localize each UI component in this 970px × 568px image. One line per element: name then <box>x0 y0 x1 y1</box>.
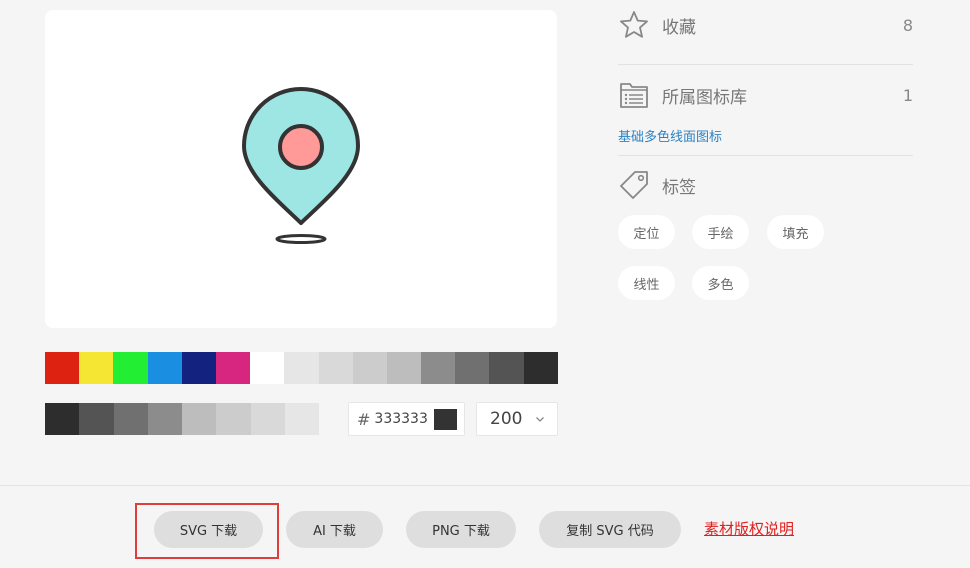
hex-color-input[interactable]: # 333333 <box>348 402 465 436</box>
tag-pill[interactable]: 填充 <box>767 215 824 249</box>
png-download-button[interactable]: PNG 下载 <box>406 511 516 548</box>
icon-preview <box>45 10 557 328</box>
color-palette-row-1 <box>45 352 558 384</box>
color-swatch[interactable] <box>79 352 114 384</box>
color-swatch[interactable] <box>181 352 216 384</box>
color-swatch[interactable] <box>455 352 490 384</box>
hex-value[interactable]: 333333 <box>374 411 427 427</box>
size-value: 200 <box>490 409 523 429</box>
color-swatch[interactable] <box>352 352 387 384</box>
color-swatch[interactable] <box>421 352 456 384</box>
color-swatch[interactable] <box>250 403 285 435</box>
color-swatch[interactable] <box>147 352 182 384</box>
color-swatch[interactable] <box>182 403 217 435</box>
copy-svg-code-button[interactable]: 复制 SVG 代码 <box>539 511 681 548</box>
chevron-down-icon <box>536 417 544 422</box>
favorites-row[interactable]: 收藏 8 <box>618 8 913 42</box>
color-swatch[interactable] <box>284 352 319 384</box>
tag-pill[interactable]: 手绘 <box>692 215 749 249</box>
tag-icon <box>620 171 648 199</box>
color-swatch[interactable] <box>216 403 251 435</box>
size-select[interactable]: 200 <box>476 402 558 436</box>
color-swatch[interactable] <box>284 403 319 435</box>
hash-symbol: # <box>357 409 371 429</box>
tags-header: 标签 <box>618 168 913 202</box>
copyright-link[interactable]: 素材版权说明 <box>704 518 794 539</box>
current-color-chip[interactable] <box>434 408 458 430</box>
color-swatch[interactable] <box>523 352 558 384</box>
color-swatch[interactable] <box>489 352 524 384</box>
divider <box>618 64 913 65</box>
color-swatch[interactable] <box>147 403 182 435</box>
tags-title: 标签 <box>662 177 696 198</box>
color-swatch[interactable] <box>79 403 114 435</box>
favorites-count: 8 <box>902 15 913 35</box>
library-row: 所属图标库 1 <box>618 78 913 112</box>
color-swatch[interactable] <box>113 403 148 435</box>
divider <box>618 155 913 156</box>
ai-download-button[interactable]: AI 下载 <box>286 511 383 548</box>
folder-list-icon <box>620 83 648 108</box>
color-swatch[interactable] <box>45 403 80 435</box>
color-swatch[interactable] <box>318 352 353 384</box>
svg-download-button[interactable]: SVG 下载 <box>154 511 263 548</box>
color-swatch[interactable] <box>386 352 422 384</box>
color-swatch[interactable] <box>113 352 148 384</box>
library-label: 所属图标库 <box>662 87 747 108</box>
color-palette-row-2 <box>45 403 319 435</box>
library-count: 1 <box>902 85 913 105</box>
library-link[interactable]: 基础多色线面图标 <box>618 126 722 145</box>
tag-pill[interactable]: 线性 <box>618 266 675 300</box>
color-swatch[interactable] <box>45 352 80 384</box>
favorites-label: 收藏 <box>662 17 696 38</box>
star-icon <box>620 11 648 38</box>
map-pin-icon <box>242 87 360 244</box>
tag-pill[interactable]: 定位 <box>618 215 675 249</box>
tag-pill[interactable]: 多色 <box>692 266 749 300</box>
color-swatch[interactable] <box>250 352 285 384</box>
color-swatch[interactable] <box>215 352 251 384</box>
